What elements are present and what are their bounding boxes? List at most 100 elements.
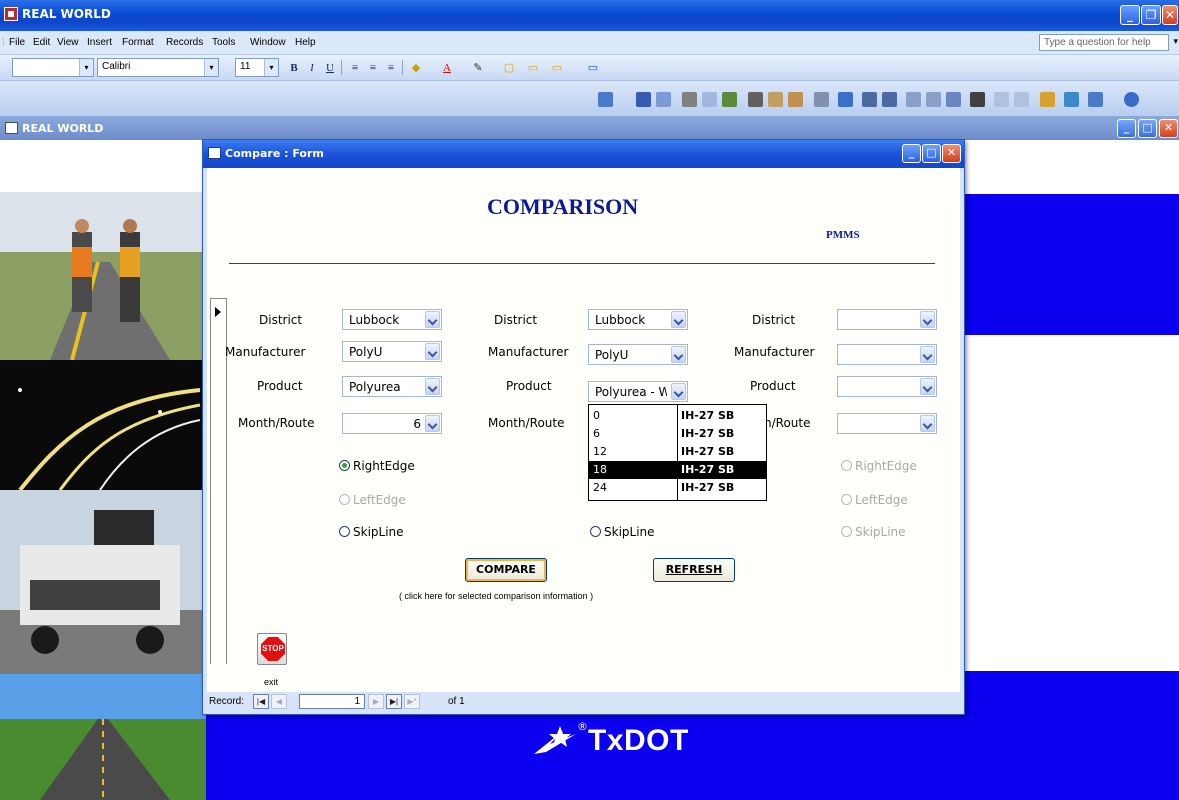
align-right-icon[interactable]: ≡ xyxy=(382,59,400,77)
fill-color-icon[interactable]: ◆ xyxy=(407,59,425,77)
product2-select[interactable]: Polyurea - Wh xyxy=(588,381,688,402)
form-maximize-button[interactable]: □ xyxy=(922,144,941,163)
sort-ascending-icon[interactable] xyxy=(862,92,877,107)
dropdown-option-selected[interactable]: 18 IH-27 SB xyxy=(589,461,766,479)
form-close-button[interactable]: ✕ xyxy=(942,144,961,163)
month-route1-select[interactable]: 6 xyxy=(342,413,442,434)
chevron-down-icon[interactable] xyxy=(671,311,686,328)
new-record-nav-icon[interactable]: ▶* xyxy=(404,694,420,709)
underline-icon[interactable]: U xyxy=(321,59,339,77)
border-style-icon[interactable]: ▭ xyxy=(584,59,602,77)
dropdown-option[interactable]: 0 IH-27 SB xyxy=(589,407,766,425)
chevron-down-icon[interactable] xyxy=(920,415,935,432)
database-window-icon[interactable] xyxy=(1064,92,1079,107)
chevron-down-icon[interactable] xyxy=(425,311,440,328)
chevron-down-icon[interactable] xyxy=(671,383,686,400)
minimize-button[interactable]: _ xyxy=(1120,5,1140,25)
font-color-icon[interactable]: A xyxy=(438,59,456,77)
paste-icon[interactable] xyxy=(788,92,803,107)
border-color-icon[interactable]: ▢ xyxy=(500,59,518,77)
cut-icon[interactable] xyxy=(748,92,763,107)
chevron-down-icon[interactable] xyxy=(920,346,935,363)
italic-icon[interactable]: I xyxy=(303,59,321,77)
copy-icon[interactable] xyxy=(768,92,783,107)
dropdown-option[interactable]: 6 IH-27 SB xyxy=(589,425,766,443)
record-number-input[interactable]: 1 xyxy=(299,694,365,709)
exit-label: exit xyxy=(264,677,279,687)
product1-select[interactable]: Polyurea xyxy=(342,376,442,397)
align-left-icon[interactable]: ≡ xyxy=(346,59,364,77)
mdi-maximize-button[interactable]: □ xyxy=(1138,119,1157,138)
refresh-button[interactable]: REFRESH xyxy=(653,558,735,582)
menu-window[interactable]: Window xyxy=(250,37,286,48)
apply-filter-icon[interactable] xyxy=(946,92,961,107)
mdi-minimize-button[interactable]: _ xyxy=(1117,119,1136,138)
file-search-icon[interactable] xyxy=(656,92,671,107)
previous-record-icon[interactable]: ◀ xyxy=(271,694,287,709)
view-icon[interactable] xyxy=(598,92,613,107)
chevron-down-icon[interactable] xyxy=(425,378,440,395)
chevron-down-icon[interactable] xyxy=(425,343,440,360)
print-preview-icon[interactable] xyxy=(702,92,717,107)
district3-select[interactable] xyxy=(837,309,937,330)
chevron-down-icon[interactable] xyxy=(920,311,935,328)
hyperlink-icon[interactable] xyxy=(838,92,853,107)
filter-by-selection-icon[interactable] xyxy=(906,92,921,107)
undo-icon[interactable] xyxy=(814,92,829,107)
font-name-combo[interactable]: Calibri ▾ xyxy=(97,58,219,77)
object-combo[interactable]: ▾ xyxy=(12,58,94,77)
restore-button[interactable]: ❐ xyxy=(1141,5,1161,25)
manufacturer3-select[interactable] xyxy=(837,344,937,365)
menu-format[interactable]: Format xyxy=(122,37,154,48)
new-record-icon[interactable] xyxy=(994,92,1009,107)
exit-button[interactable]: STOP xyxy=(257,633,287,665)
help-dropdown-icon[interactable]: ▾ xyxy=(1173,37,1178,47)
sort-descending-icon[interactable] xyxy=(882,92,897,107)
compare-button[interactable]: COMPARE xyxy=(465,558,547,582)
district2-select[interactable]: Lubbock xyxy=(588,309,688,330)
manufacturer2-select[interactable]: PolyU xyxy=(588,344,688,365)
help-icon[interactable] xyxy=(1124,92,1139,107)
chevron-down-icon[interactable] xyxy=(920,378,935,395)
dropdown-option[interactable]: 24 IH-27 SB xyxy=(589,479,766,497)
spelling-icon[interactable] xyxy=(722,92,737,107)
skip-line-radio-2[interactable]: SkipLine xyxy=(590,525,655,539)
month-route3-select[interactable] xyxy=(837,413,937,434)
district1-select[interactable]: Lubbock xyxy=(342,309,442,330)
menu-tools[interactable]: Tools xyxy=(212,37,235,48)
menu-help[interactable]: Help xyxy=(295,37,316,48)
new-object-icon[interactable] xyxy=(1088,92,1103,107)
bold-icon[interactable]: B xyxy=(285,59,303,77)
save-icon[interactable] xyxy=(636,92,651,107)
filter-by-form-icon[interactable] xyxy=(926,92,941,107)
skip-line-radio-1[interactable]: SkipLine xyxy=(339,525,404,539)
last-record-icon[interactable]: ▶| xyxy=(386,694,402,709)
manufacturer1-select[interactable]: PolyU xyxy=(342,341,442,362)
form-minimize-button[interactable]: _ xyxy=(902,144,921,163)
right-edge-radio-1[interactable]: RightEdge xyxy=(339,459,415,473)
properties-icon[interactable] xyxy=(1040,92,1055,107)
menu-edit[interactable]: Edit xyxy=(33,37,50,48)
dropdown-option[interactable]: 12 IH-27 SB xyxy=(589,443,766,461)
manufacturer1-value: PolyU xyxy=(349,345,383,359)
next-record-icon[interactable]: ▶ xyxy=(368,694,384,709)
menu-view[interactable]: View xyxy=(57,37,79,48)
special-effect-icon[interactable]: ▭ xyxy=(548,59,566,77)
menu-insert[interactable]: Insert xyxy=(87,37,112,48)
line-width-icon[interactable]: ▭ xyxy=(524,59,542,77)
delete-record-icon[interactable] xyxy=(1014,92,1029,107)
align-center-icon[interactable]: ≡ xyxy=(364,59,382,77)
menu-file[interactable]: File xyxy=(9,37,25,48)
menu-records[interactable]: Records xyxy=(166,37,203,48)
product3-select[interactable] xyxy=(837,376,937,397)
first-record-icon[interactable]: |◀ xyxy=(253,694,269,709)
line-color-icon[interactable]: ✎ xyxy=(469,59,487,77)
help-search-input[interactable]: Type a question for help xyxy=(1039,34,1169,51)
close-button[interactable]: ✕ xyxy=(1162,5,1178,25)
chevron-down-icon[interactable] xyxy=(671,346,686,363)
print-icon[interactable] xyxy=(682,92,697,107)
find-icon[interactable] xyxy=(970,92,985,107)
mdi-close-button[interactable]: ✕ xyxy=(1159,119,1178,138)
font-size-combo[interactable]: 11 ▾ xyxy=(235,58,279,77)
chevron-down-icon[interactable] xyxy=(425,415,440,432)
